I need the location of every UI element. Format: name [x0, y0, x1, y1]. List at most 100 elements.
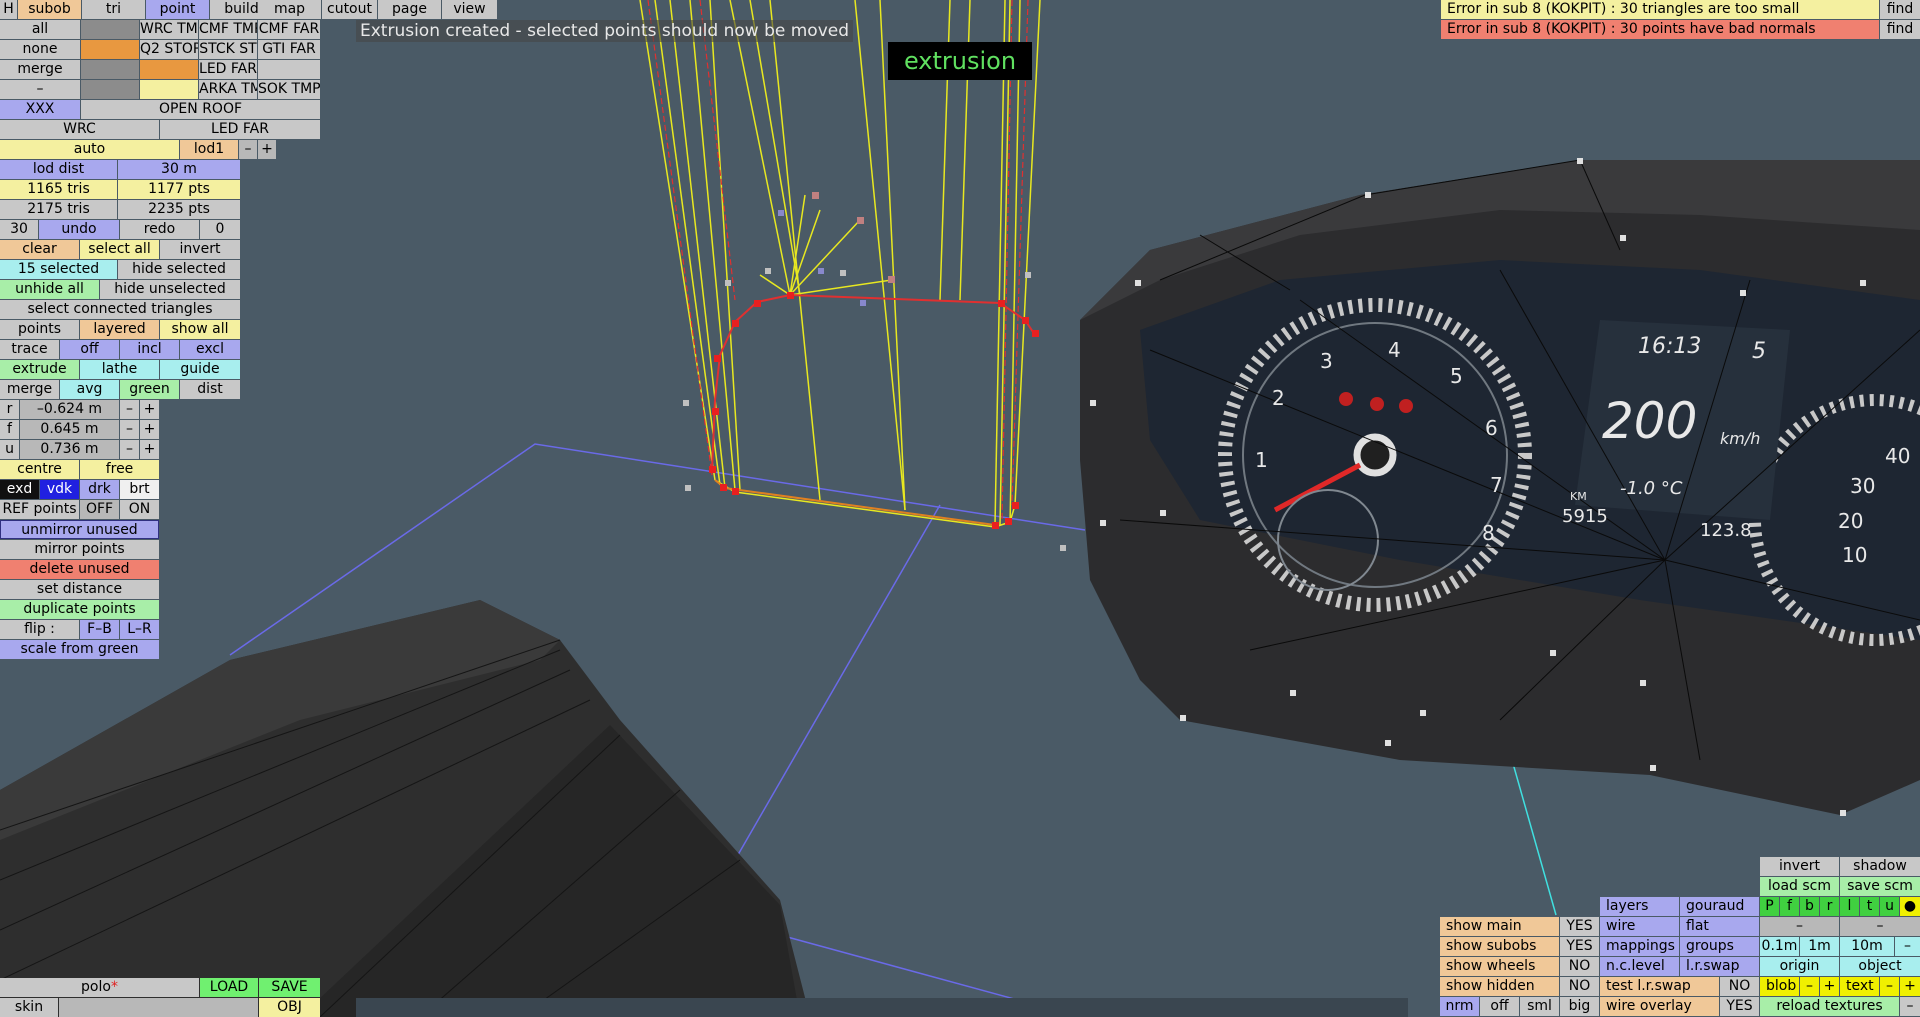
trace-off-button[interactable]: off: [60, 340, 119, 359]
swatch-7[interactable]: [140, 80, 198, 99]
invert-selection-button[interactable]: invert: [160, 240, 240, 259]
lr-swap-button[interactable]: l.r.swap: [1680, 957, 1759, 976]
swatch-2[interactable]: [81, 40, 139, 59]
view-f-button[interactable]: f: [1780, 897, 1799, 916]
delete-unused-button[interactable]: delete unused: [0, 560, 159, 579]
swatch-3[interactable]: [81, 60, 139, 79]
extrude-button[interactable]: extrude: [0, 360, 79, 379]
grid-xxx[interactable]: XXX: [0, 100, 80, 119]
incl-button[interactable]: incl: [120, 340, 179, 359]
lod-dist-label[interactable]: lod dist: [0, 160, 117, 179]
menu-map[interactable]: map: [258, 0, 321, 19]
origin-button[interactable]: origin: [1760, 957, 1839, 976]
grid-wrc[interactable]: WRC: [0, 120, 159, 139]
grid-10m-button[interactable]: 10m: [1840, 937, 1894, 956]
zoom-minus-button[interactable]: –: [1760, 917, 1839, 936]
save-scm-button[interactable]: save scm: [1840, 877, 1920, 896]
mirror-points-button[interactable]: mirror points: [0, 540, 159, 559]
nc-level-button[interactable]: n.c.level: [1600, 957, 1679, 976]
merge-button[interactable]: merge: [0, 380, 59, 399]
excl-button[interactable]: excl: [180, 340, 240, 359]
grid-wrc-tmp[interactable]: WRC TMP: [140, 20, 198, 39]
menu-cutout[interactable]: cutout: [322, 0, 377, 19]
test-lr-swap-toggle[interactable]: NO: [1720, 977, 1759, 996]
flat-button[interactable]: flat: [1680, 917, 1759, 936]
3d-viewport[interactable]: 1 2 3 4 5 6 7 8 16:13 5 200 km/h -1.0 °C…: [0, 0, 1920, 1017]
nrm-button[interactable]: nrm: [1440, 997, 1479, 1016]
view-u-button[interactable]: u: [1880, 897, 1899, 916]
select-connected-button[interactable]: select connected triangles: [0, 300, 240, 319]
normals-sml-button[interactable]: sml: [1520, 997, 1559, 1016]
auto-button[interactable]: auto: [0, 140, 179, 159]
menu-h-button[interactable]: H: [0, 0, 17, 19]
free-button[interactable]: free: [80, 460, 159, 479]
object-button[interactable]: object: [1840, 957, 1920, 976]
grid-stck-st[interactable]: STCK ST: [199, 40, 257, 59]
guide-button[interactable]: guide: [160, 360, 240, 379]
hide-selected-button[interactable]: hide selected: [118, 260, 240, 279]
redo-button[interactable]: redo: [120, 220, 199, 239]
exd-button[interactable]: exd: [0, 480, 39, 499]
grid-cmf-tmp[interactable]: CMF TMP: [199, 20, 257, 39]
grid-merge[interactable]: merge: [0, 60, 80, 79]
grid-arka-tm[interactable]: ARKA TM: [199, 80, 257, 99]
mappings-button[interactable]: mappings: [1600, 937, 1679, 956]
wire-overlay-toggle[interactable]: YES: [1720, 997, 1759, 1016]
layered-button[interactable]: layered: [80, 320, 159, 339]
avg-button[interactable]: avg: [60, 380, 119, 399]
r-plus-button[interactable]: +: [140, 400, 159, 419]
trace-button[interactable]: trace: [0, 340, 59, 359]
ref-on-button[interactable]: ON: [120, 500, 159, 519]
load-button[interactable]: LOAD: [200, 978, 258, 997]
ref-off-button[interactable]: OFF: [80, 500, 119, 519]
view-p-button[interactable]: P: [1760, 897, 1779, 916]
flip-fb-button[interactable]: F–B: [80, 620, 119, 639]
drk-button[interactable]: drk: [80, 480, 119, 499]
green-button[interactable]: green: [120, 380, 179, 399]
unhide-all-button[interactable]: unhide all: [0, 280, 99, 299]
menu-subob[interactable]: subob: [18, 0, 81, 19]
hide-unselected-button[interactable]: hide unselected: [100, 280, 240, 299]
view-b-button[interactable]: b: [1800, 897, 1819, 916]
undo-button[interactable]: undo: [39, 220, 119, 239]
u-plus-button[interactable]: +: [140, 440, 159, 459]
grid-gti-far[interactable]: GTI FAR: [258, 40, 320, 59]
grid-minus-button[interactable]: –: [1895, 937, 1920, 956]
grid-open-roof[interactable]: OPEN ROOF: [81, 100, 320, 119]
lathe-button[interactable]: lathe: [80, 360, 159, 379]
normals-off-button[interactable]: off: [1480, 997, 1519, 1016]
grid-dash[interactable]: –: [0, 80, 80, 99]
vdk-button[interactable]: vdk: [40, 480, 79, 499]
grid-01m-button[interactable]: 0.1m: [1760, 937, 1799, 956]
skin-field[interactable]: [59, 998, 258, 1017]
load-scm-button[interactable]: load scm: [1760, 877, 1839, 896]
duplicate-points-button[interactable]: duplicate points: [0, 600, 159, 619]
swatch-1[interactable]: [81, 20, 139, 39]
brt-button[interactable]: brt: [120, 480, 159, 499]
invert-view-button[interactable]: invert: [1760, 857, 1839, 876]
set-distance-button[interactable]: set distance: [0, 580, 159, 599]
lod-minus-button[interactable]: –: [239, 140, 257, 159]
menu-point[interactable]: point: [146, 0, 209, 19]
r-minus-button[interactable]: –: [120, 400, 139, 419]
show-wheels-toggle[interactable]: NO: [1560, 957, 1599, 976]
f-minus-button[interactable]: –: [120, 420, 139, 439]
text-minus-button[interactable]: –: [1880, 977, 1899, 996]
swatch-5[interactable]: [258, 60, 320, 79]
menu-view[interactable]: view: [442, 0, 497, 19]
grid-1m-button[interactable]: 1m: [1800, 937, 1839, 956]
grid-led-far[interactable]: LED FAR: [199, 60, 257, 79]
view-dot-button[interactable]: ●: [1900, 897, 1920, 916]
show-subobs-toggle[interactable]: YES: [1560, 937, 1599, 956]
error-find-button-1[interactable]: find: [1880, 0, 1920, 19]
gouraud-button[interactable]: gouraud: [1680, 897, 1759, 916]
blob-plus-button[interactable]: +: [1820, 977, 1839, 996]
swatch-6[interactable]: [81, 80, 139, 99]
error-find-button-2[interactable]: find: [1880, 20, 1920, 39]
u-minus-button[interactable]: –: [120, 440, 139, 459]
r-value-field[interactable]: –0.624 m: [20, 400, 119, 419]
swatch-4[interactable]: [140, 60, 198, 79]
dist-button[interactable]: dist: [180, 380, 240, 399]
points-button[interactable]: points: [0, 320, 79, 339]
blob-minus-button[interactable]: –: [1800, 977, 1819, 996]
